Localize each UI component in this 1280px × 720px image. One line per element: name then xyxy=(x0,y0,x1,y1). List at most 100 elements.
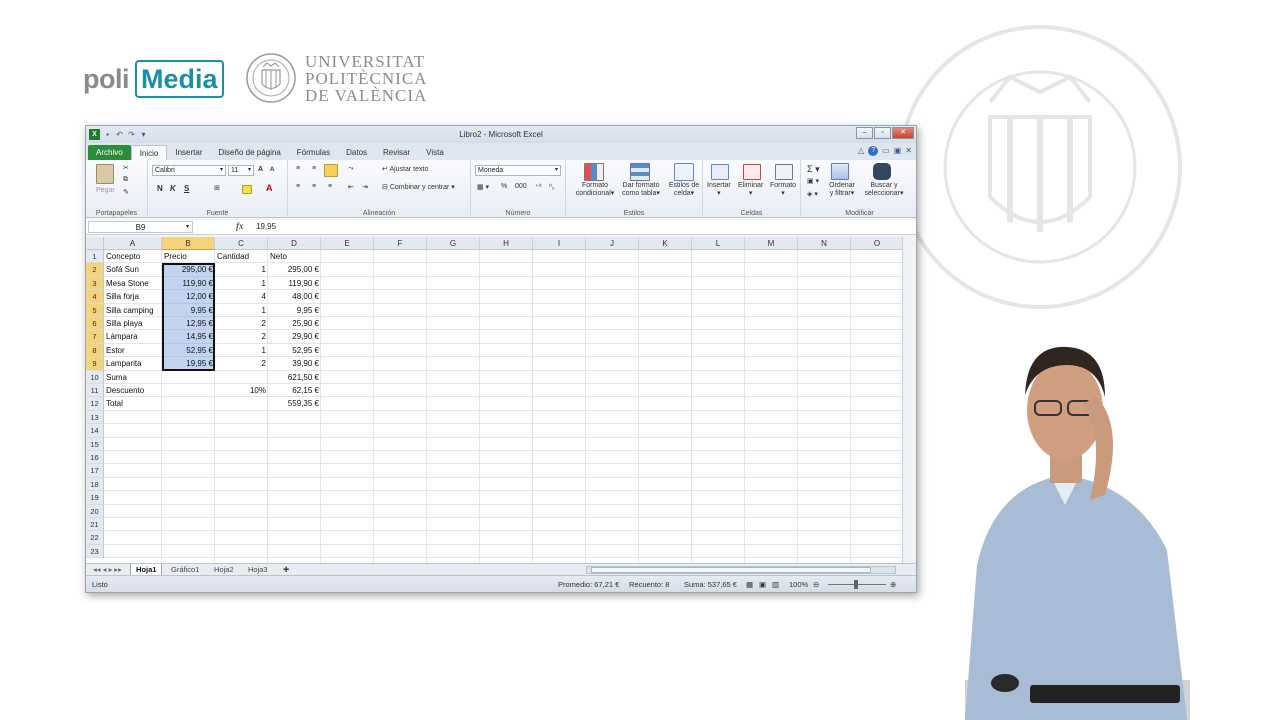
grow-font-icon[interactable]: A xyxy=(258,166,263,173)
cell-suma-label[interactable]: Suma xyxy=(104,371,162,384)
row-header[interactable]: 13 xyxy=(86,410,104,425)
row-header[interactable]: 17 xyxy=(86,464,104,478)
select-all-corner[interactable] xyxy=(86,237,104,250)
doc-restore-icon[interactable]: ▣ xyxy=(894,146,902,156)
binoculars-icon[interactable] xyxy=(873,163,891,180)
tab-archivo[interactable]: Archivo xyxy=(88,145,131,160)
cell-cantidad[interactable]: 1 xyxy=(215,344,268,357)
row-header[interactable]: 5 xyxy=(86,303,104,317)
row-header[interactable]: 14 xyxy=(86,424,104,438)
cell-concepto[interactable]: Lamparita xyxy=(104,357,162,370)
column-header[interactable]: A xyxy=(104,237,162,250)
row-header[interactable]: 3 xyxy=(86,276,104,291)
tab-revisar[interactable]: Revisar xyxy=(375,145,418,160)
sort-filter-button[interactable]: Ordenar y filtrar▾ xyxy=(825,182,859,197)
cell-cantidad[interactable]: 4 xyxy=(215,290,268,303)
underline-button[interactable]: S xyxy=(184,184,189,193)
row-header[interactable]: 11 xyxy=(86,384,104,398)
align-left-icon[interactable]: ≡ xyxy=(296,183,300,190)
tab-datos[interactable]: Datos xyxy=(338,145,375,160)
cell-neto[interactable]: 39,90 € xyxy=(268,357,321,370)
worksheet-grid[interactable]: A B C D E F G H I J K L M N O 1 2 3 4 5 6 7 8 9 10 11 12 13 14 15 16 17… xyxy=(86,237,904,563)
cell-descuento-value[interactable]: 62,15 € xyxy=(268,384,321,397)
column-header[interactable]: N xyxy=(798,237,851,250)
number-format-select[interactable]: Moneda ▾ xyxy=(475,165,561,176)
cell-neto[interactable]: 52,95 € xyxy=(268,344,321,357)
tab-diseno-pagina[interactable]: Diseño de página xyxy=(211,145,289,160)
cell-total-label[interactable]: Total xyxy=(104,397,162,410)
cell-concepto[interactable]: Silla playa xyxy=(104,317,162,330)
delete-cells-icon[interactable] xyxy=(743,164,761,180)
zoom-level[interactable]: 100% xyxy=(789,580,808,589)
minimize-ribbon-icon[interactable]: △ xyxy=(858,146,864,156)
align-top-icon[interactable]: ≡ xyxy=(296,165,300,172)
cell-neto[interactable]: 25,90 € xyxy=(268,317,321,330)
row-header[interactable]: 22 xyxy=(86,531,104,545)
cell-neto[interactable]: 9,95 € xyxy=(268,304,321,317)
row-header[interactable]: 19 xyxy=(86,491,104,505)
find-select-button[interactable]: Buscar y seleccionar▾ xyxy=(861,182,907,197)
percent-button[interactable]: % xyxy=(501,183,507,190)
view-page-break-icon[interactable]: ▥ xyxy=(772,580,779,589)
cell-precio[interactable]: 295,00 € xyxy=(162,263,215,276)
cell-concepto[interactable]: Silla camping xyxy=(104,304,162,317)
tab-insertar[interactable]: Insertar xyxy=(167,145,210,160)
column-header[interactable]: M xyxy=(745,237,798,250)
column-header[interactable]: K xyxy=(639,237,692,250)
close-button[interactable]: ✕ xyxy=(892,127,914,139)
zoom-in-icon[interactable]: ⊕ xyxy=(890,580,896,589)
cell-cantidad[interactable]: 1 xyxy=(215,263,268,276)
decrease-indent-icon[interactable]: ⇤ xyxy=(348,183,354,191)
conditional-format-button[interactable]: Formato condicional▾ xyxy=(572,182,618,197)
align-right-icon[interactable]: ≡ xyxy=(328,183,332,190)
row-header[interactable]: 6 xyxy=(86,317,104,331)
row-header[interactable]: 21 xyxy=(86,518,104,532)
row-header[interactable]: 9 xyxy=(86,357,104,371)
insert-cells-button[interactable]: Insertar ▾ xyxy=(707,182,731,197)
font-color-icon[interactable]: A xyxy=(266,183,273,193)
cell-total-value[interactable]: 559,35 € xyxy=(268,397,321,410)
cell-cantidad[interactable]: 1 xyxy=(215,304,268,317)
fill-icon[interactable]: ▣ ▾ xyxy=(807,177,819,185)
cell-cantidad[interactable]: 2 xyxy=(215,317,268,330)
tab-inicio[interactable]: Inicio xyxy=(130,145,168,160)
cell-concepto[interactable]: Sofá Sun xyxy=(104,263,162,276)
merge-center-button[interactable]: ⊟ Combinar y centrar ▾ xyxy=(382,183,455,191)
vertical-scrollbar[interactable] xyxy=(902,237,912,563)
sort-filter-icon[interactable] xyxy=(831,163,849,180)
borders-icon[interactable]: ⊞ xyxy=(214,184,220,192)
increase-decimal-icon[interactable]: ⁺⁰ xyxy=(535,183,542,191)
font-name-select[interactable]: Calibri ▾ xyxy=(152,165,226,176)
row-header[interactable]: 18 xyxy=(86,477,104,492)
row-header[interactable]: 20 xyxy=(86,504,104,518)
column-header[interactable]: B xyxy=(162,237,215,250)
help-icon[interactable]: ? xyxy=(868,146,879,156)
cell-neto[interactable]: 295,00 € xyxy=(268,263,321,276)
doc-close-icon[interactable]: ✕ xyxy=(905,146,912,156)
align-center-icon[interactable]: ≡ xyxy=(312,183,316,190)
cell-cantidad[interactable]: 1 xyxy=(215,277,268,290)
column-header[interactable]: O xyxy=(851,237,904,250)
clear-icon[interactable]: ◈ ▾ xyxy=(807,190,818,198)
thousands-button[interactable]: 000 xyxy=(515,183,527,190)
tab-formulas[interactable]: Fórmulas xyxy=(289,145,338,160)
row-header[interactable]: 7 xyxy=(86,330,104,344)
cell-concepto[interactable]: Silla forja xyxy=(104,290,162,303)
cut-icon[interactable]: ✂ xyxy=(123,164,129,172)
cell-neto[interactable]: 119,90 € xyxy=(268,277,321,290)
column-header[interactable]: H xyxy=(480,237,533,250)
cell-precio[interactable]: 12,00 € xyxy=(162,290,215,303)
cell-descuento-label[interactable]: Descuento xyxy=(104,384,162,397)
decrease-decimal-icon[interactable]: ⁰₀ xyxy=(549,183,555,191)
insert-cells-icon[interactable] xyxy=(711,164,729,180)
cell-precio[interactable]: 119,90 € xyxy=(162,277,215,290)
row-header[interactable]: 2 xyxy=(86,263,104,277)
autosum-icon[interactable]: Σ ▾ xyxy=(807,164,820,175)
row-header[interactable]: 8 xyxy=(86,343,104,358)
increase-indent-icon[interactable]: ⇥ xyxy=(362,183,368,191)
row-header[interactable]: 16 xyxy=(86,451,104,465)
format-cells-button[interactable]: Formato ▾ xyxy=(770,182,796,197)
cell-header-concepto[interactable]: Concepto xyxy=(104,250,162,263)
row-header[interactable]: 23 xyxy=(86,544,104,559)
formula-input[interactable]: 19,95 xyxy=(256,221,276,233)
